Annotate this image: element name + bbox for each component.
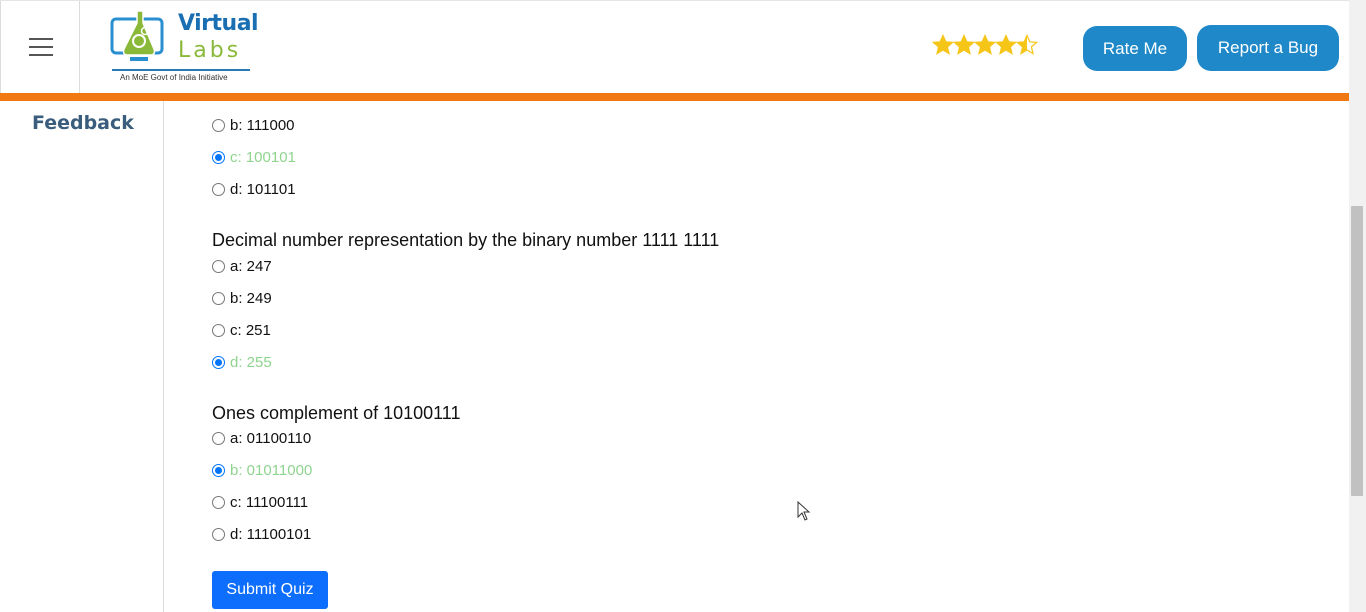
option-label: b: 111000 [230,116,295,134]
page-scrollbar[interactable] [1349,0,1366,612]
radio-button[interactable] [212,355,225,369]
radio-button[interactable] [212,118,225,132]
radio-button[interactable] [212,463,225,477]
site-header: Virtual Labs An MoE Govt of India Initia… [0,0,1349,94]
star-full-icon[interactable] [932,34,954,56]
option-label: d: 101101 [230,180,296,198]
sidebar: Feedback [0,101,164,612]
quiz-option[interactable]: c: 11100111 [212,492,308,512]
star-rating[interactable] [932,34,1038,58]
star-full-icon[interactable] [974,34,996,56]
flask-gear-icon [110,10,164,61]
radio-button[interactable] [212,150,225,164]
logo-title-virtual: Virtual [178,11,259,36]
mouse-cursor-icon [797,501,811,521]
radio-button[interactable] [212,527,225,541]
hamburger-icon[interactable] [29,38,53,56]
submit-quiz-button[interactable]: Submit Quiz [212,571,328,609]
quiz-content: b: 111000 c: 100101 d: 101101 Decimal nu… [164,101,1349,612]
radio-button[interactable] [212,323,225,337]
option-label: c: 100101 [230,148,296,166]
logo-subtitle: An MoE Govt of India Initiative [120,73,228,82]
option-label: a: 247 [230,257,272,275]
header-accent-bar [0,93,1349,101]
option-label: c: 251 [230,321,271,339]
radio-button[interactable] [212,182,225,196]
sidebar-item-feedback[interactable]: Feedback [32,112,134,134]
option-label: c: 11100111 [230,493,309,511]
option-label: a: 01100110 [230,429,312,447]
quiz-option[interactable]: d: 11100101 [212,524,311,544]
option-label: b: 01011000 [230,461,313,479]
rate-me-button[interactable]: Rate Me [1083,26,1187,71]
quiz-option[interactable]: c: 251 [212,320,271,340]
option-label: b: 249 [230,289,272,307]
logo-divider [112,69,250,71]
logo-title-labs: Labs [178,38,242,63]
quiz-option[interactable]: a: 01100110 [212,428,311,448]
quiz-option[interactable]: b: 249 [212,288,272,308]
quiz-option[interactable]: a: 247 [212,256,272,276]
option-label: d: 255 [230,353,272,371]
virtual-labs-logo[interactable]: Virtual Labs An MoE Govt of India Initia… [108,7,259,87]
quiz-option[interactable]: b: 01011000 [212,460,312,480]
star-full-icon[interactable] [953,34,975,56]
quiz-option[interactable]: d: 101101 [212,179,296,199]
quiz-option[interactable]: c: 100101 [212,147,296,167]
star-full-icon[interactable] [995,34,1017,56]
option-label: d: 11100101 [230,525,312,543]
quiz-option[interactable]: d: 255 [212,352,272,372]
scrollbar-thumb[interactable] [1351,206,1363,496]
quiz-option[interactable]: b: 111000 [212,115,295,135]
radio-button[interactable] [212,495,225,509]
radio-button[interactable] [212,291,225,305]
radio-button[interactable] [212,259,225,273]
radio-button[interactable] [212,431,225,445]
question-text: Decimal number representation by the bin… [212,230,720,250]
menu-button[interactable] [0,1,80,94]
report-bug-button[interactable]: Report a Bug [1197,25,1339,71]
question-text: Ones complement of 10100111 [212,403,461,423]
star-half-icon[interactable] [1016,34,1038,56]
